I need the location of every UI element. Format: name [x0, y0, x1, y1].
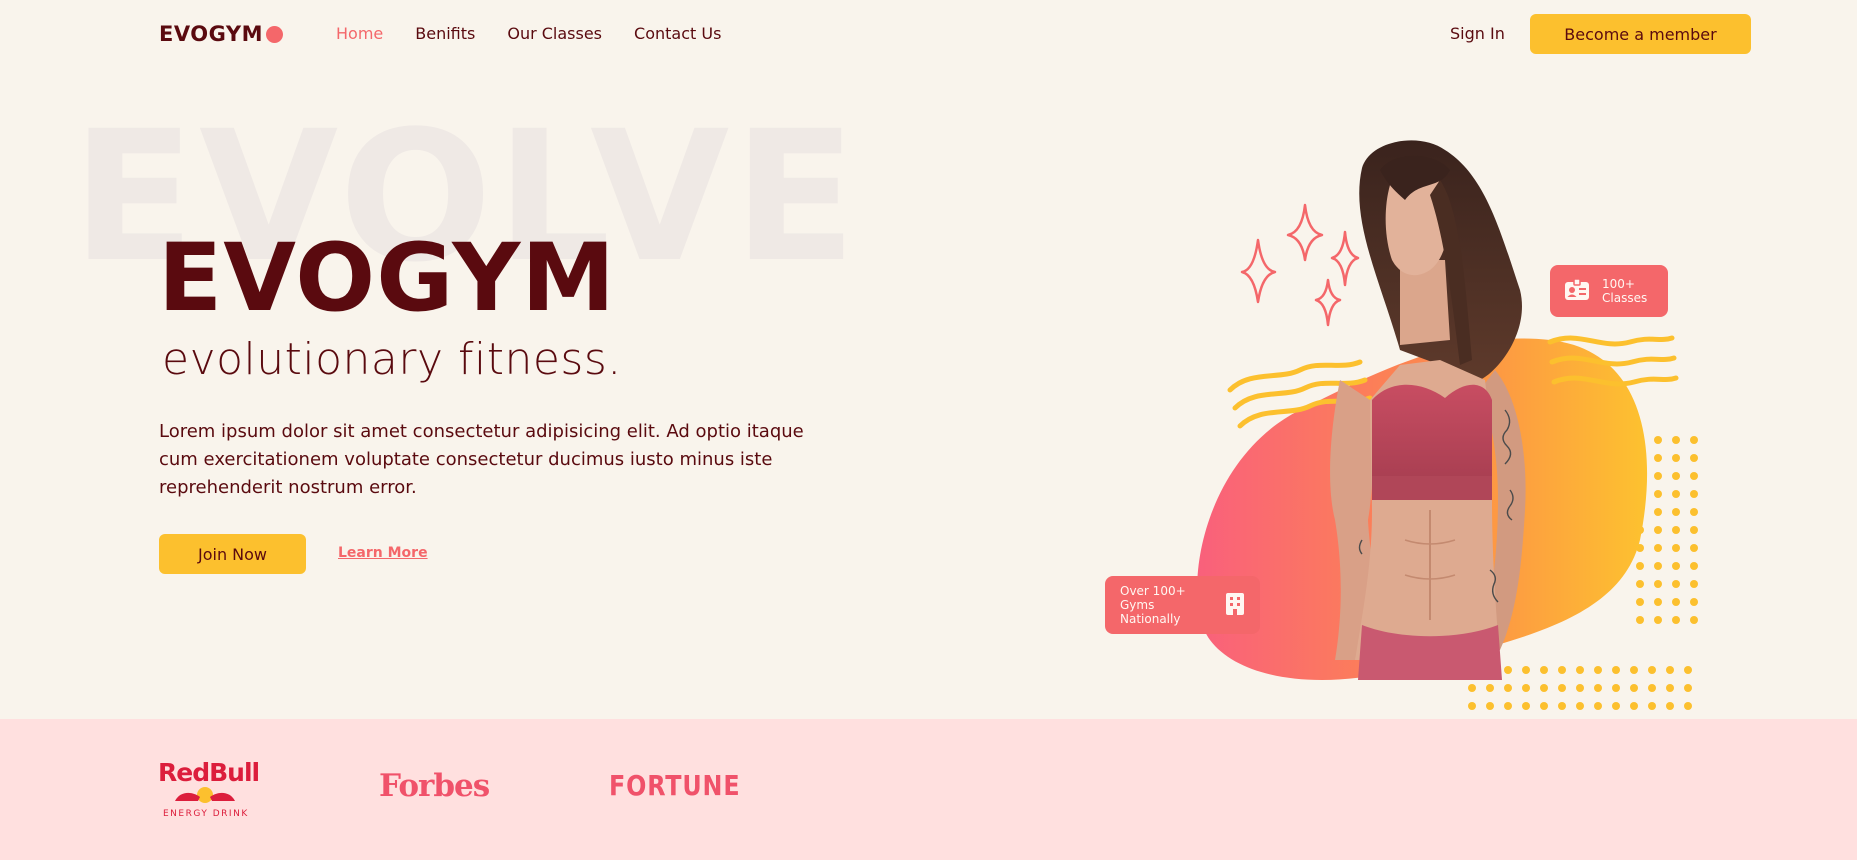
hero-title: EVOGYM: [158, 224, 616, 333]
gyms-badge-line1: Over 100+: [1120, 584, 1186, 598]
sponsors-band: RedBull ENERGY DRINK Forbes FORTUNE: [0, 719, 1857, 860]
gyms-badge: Over 100+ Gyms Nationally: [1105, 576, 1260, 634]
sign-in-link[interactable]: Sign In: [1450, 24, 1505, 43]
id-card-icon: [1564, 277, 1590, 305]
nav-link-our-classes[interactable]: Our Classes: [507, 24, 602, 43]
brand-logo-text: EVOGYM: [159, 22, 263, 46]
main-nav: Home Benifits Our Classes Contact Us: [336, 24, 721, 43]
building-icon: [1225, 592, 1245, 619]
athlete-figure: [1330, 140, 1526, 680]
brand-logo[interactable]: EVOGYM: [159, 22, 283, 46]
sparkle-icons: [1240, 203, 1360, 327]
forbes-logo: Forbes: [379, 768, 490, 804]
nav-link-home[interactable]: Home: [336, 24, 383, 43]
hero-subtitle: evolutionary fitness.: [162, 334, 622, 385]
classes-badge-line1: 100+: [1602, 277, 1635, 291]
learn-more-link[interactable]: Learn More: [338, 545, 428, 561]
become-member-button[interactable]: Become a member: [1530, 14, 1751, 54]
redbull-logo: RedBull ENERGY DRINK: [158, 758, 260, 819]
gyms-badge-line2: Gyms Nationally: [1120, 598, 1181, 626]
top-navbar: EVOGYM Home Benifits Our Classes Contact…: [0, 0, 1857, 68]
redbull-bulls-icon: [175, 787, 235, 803]
nav-link-benefits[interactable]: Benifits: [415, 24, 475, 43]
hero-description: Lorem ipsum dolor sit amet consectetur a…: [159, 421, 804, 498]
classes-badge-text: 100+ Classes: [1602, 277, 1647, 305]
join-now-button[interactable]: Join Now: [159, 534, 306, 574]
redbull-tagline: ENERGY DRINK: [163, 809, 249, 819]
fortune-logo: FORTUNE: [609, 769, 741, 802]
nav-link-contact-us[interactable]: Contact Us: [634, 24, 721, 43]
brand-dot-icon: [265, 25, 283, 43]
gyms-badge-text: Over 100+ Gyms Nationally: [1120, 584, 1213, 626]
redbull-logo-word: RedBull: [158, 758, 260, 787]
classes-badge-line2: Classes: [1602, 291, 1648, 305]
classes-badge: 100+ Classes: [1550, 265, 1668, 317]
